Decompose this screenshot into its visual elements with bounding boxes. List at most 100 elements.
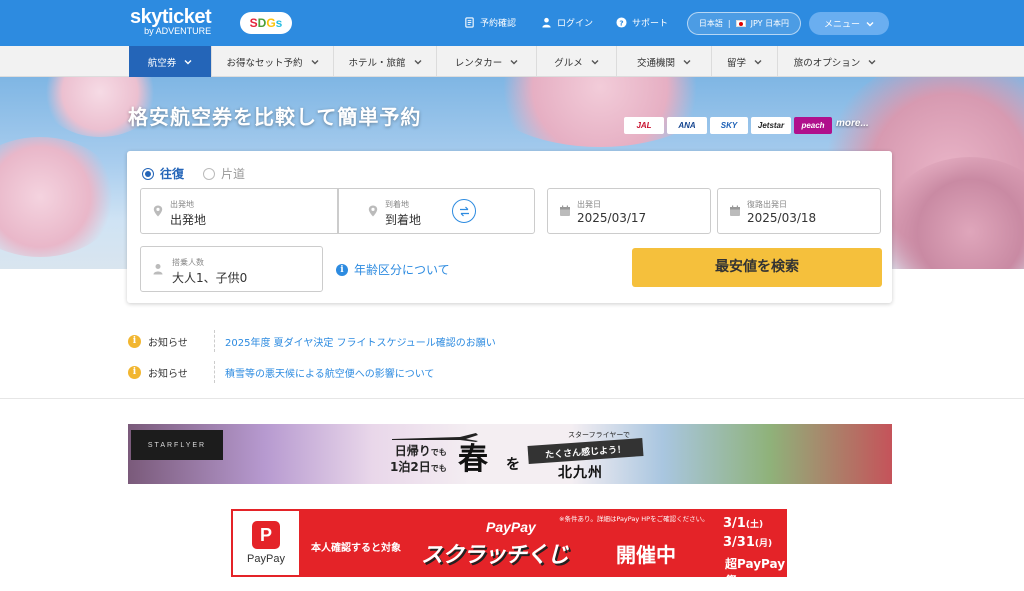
age-category-link-label: 年齢区分について [354,263,450,277]
section-divider [0,398,1024,399]
radio-selected-icon [142,167,154,180]
airline-logo-jal: JAL [624,117,664,134]
more-airlines-text: more... [836,118,869,129]
location-pin-icon [368,205,378,217]
notice-link[interactable]: 積雪等の悪天候による航空便への影響について [225,365,434,380]
login-link[interactable]: ログイン [541,16,593,29]
banner-date-start-day: (土) [745,520,764,530]
departure-date-label: 出発日 [577,200,601,209]
chevron-down-icon [868,59,876,64]
sdgs-letter: G [266,16,276,30]
chevron-down-icon [866,21,874,26]
paypay-logo: P PayPay [233,511,299,575]
calendar-icon [560,205,570,216]
swap-airports-button[interactable] [452,199,476,223]
nav-item-label: ホテル・旅館 [348,57,406,69]
chevron-down-icon [591,59,599,64]
nav-item-transport[interactable]: 交通機関 [617,46,712,77]
airline-logo-sky: SKY [710,117,748,134]
trip-type-one-way[interactable]: 片道 [203,165,245,182]
chevron-down-icon [311,59,318,64]
reservation-link[interactable]: 予約確認 [464,16,516,29]
divider: | [727,19,731,28]
banner-trip-length-text: 日帰りでも 1泊2日でも [390,444,447,476]
airline-logo-jetstar: Jetstar [751,117,791,134]
banner-ribbon-text: たくさん感じよう！ [527,438,644,464]
chevron-down-icon [414,59,421,64]
location-pin-icon [153,205,163,217]
nav-item-label: 交通機関 [636,57,675,69]
banner-date-end: 3/31 [723,535,755,550]
destination-field[interactable]: 到着地 到着地 [338,188,535,234]
notice-item: i お知らせ 2025年度 夏ダイヤ決定 フライトスケジュール確認のお願い [128,330,496,352]
nav-item-flights[interactable]: 航空券 [129,46,212,77]
person-icon [153,264,163,275]
return-date-label: 復路出発日 [747,200,787,209]
nav-item-hotels[interactable]: ホテル・旅館 [334,46,437,77]
banner-scratch-text: スクラッチくじ [421,543,569,568]
nav-item-gourmet[interactable]: グルメ [537,46,617,77]
sdgs-badge[interactable]: SDGs [240,12,292,34]
origin-label: 出発地 [170,200,194,209]
return-date-value: 2025/03/18 [747,211,817,225]
svg-text:?: ? [619,18,623,27]
nav-item-label: 航空券 [147,57,177,69]
starflyer-promo-banner[interactable]: STARFLYER 日帰りでも 1泊2日でも 春 を スターフライヤーで たくさ… [128,424,892,484]
nav-item-study-abroad[interactable]: 留学 [712,46,778,77]
destination-label: 到着地 [385,200,409,209]
document-icon [465,17,474,28]
passengers-field[interactable]: 搭乗人数 大人1、子供0 [140,246,323,292]
nav-item-label: 旅のオプション [793,57,861,69]
logo-main-text: skyticket [130,6,212,28]
skyticket-logo[interactable]: skyticket by ADVENTURE [130,6,212,36]
nav-item-label: グルメ [554,57,583,69]
banner-text-line2-main: 1泊2日 [390,460,431,474]
trip-type-round-trip[interactable]: 往復 [142,165,184,182]
banner-place-text: 北九州 [558,465,603,481]
departure-date-value: 2025/03/17 [577,211,647,225]
banner-cho-paypay-text: 超PayPay祭 [725,557,786,577]
menu-button[interactable]: メニュー [809,12,889,35]
banner-paypay-title: PayPay [486,519,536,535]
cherry-blossom-decoration [480,77,720,147]
banner-wo-text: を [506,457,520,473]
cherry-blossom-decoration [0,137,120,257]
banner-text-line1-suffix: でも [430,448,447,457]
chevron-down-icon [510,59,518,64]
main-nav: 航空券 お得なセット予約 ホテル・旅館 レンタカー グルメ 交通機関 留学 旅の… [0,46,1024,77]
starflyer-logo: STARFLYER [131,430,223,460]
info-icon: i [128,365,141,379]
language-currency-button[interactable]: 日本語 | JPY 日本円 [687,12,801,35]
nav-item-set-deals[interactable]: お得なセット予約 [212,46,334,77]
nav-item-label: 留学 [726,57,746,69]
age-category-link[interactable]: i 年齢区分について [336,261,450,278]
notice-tag: お知らせ [148,337,188,349]
banner-text-line1-main: 日帰り [394,444,431,458]
help-icon: ? [616,17,627,28]
paypay-brand-text: PayPay [247,553,285,565]
nav-item-label: お得なセット予約 [226,57,303,69]
paypay-promo-banner[interactable]: P PayPay 本人確認すると対象 ※条件あり。詳細はPayPay HPをご確… [231,509,787,577]
support-link-label: サポート [632,19,669,29]
sdgs-letter: s [275,16,283,30]
notice-link[interactable]: 2025年度 夏ダイヤ決定 フライトスケジュール確認のお願い [225,334,496,349]
banner-confirm-text: 本人確認すると対象 [311,543,401,554]
origin-value: 出発地 [170,213,207,227]
nav-item-label: レンタカー [454,57,503,69]
origin-field[interactable]: 出発地 出発地 [140,188,338,234]
language-label: 日本語 [698,19,723,28]
search-lowest-price-button[interactable]: 最安値を検索 [632,248,882,287]
site-header: skyticket by ADVENTURE SDGs 予約確認 ログイン ? … [0,0,1024,46]
reservation-link-label: 予約確認 [480,19,517,29]
chevron-down-icon [754,59,762,64]
departure-date-field[interactable]: 出発日 2025/03/17 [547,188,711,234]
support-link[interactable]: ? サポート [616,16,668,29]
notice-item: i お知らせ 積雪等の悪天候による航空便への影響について [128,361,434,383]
login-link-label: ログイン [557,19,594,29]
nav-item-travel-options[interactable]: 旅のオプション [778,46,892,77]
sdgs-letter: S [249,16,258,30]
return-date-field[interactable]: 復路出発日 2025/03/18 [717,188,881,234]
nav-item-rental-car[interactable]: レンタカー [437,46,537,77]
japan-flag-icon [735,20,746,27]
paypay-icon: P [252,521,280,549]
